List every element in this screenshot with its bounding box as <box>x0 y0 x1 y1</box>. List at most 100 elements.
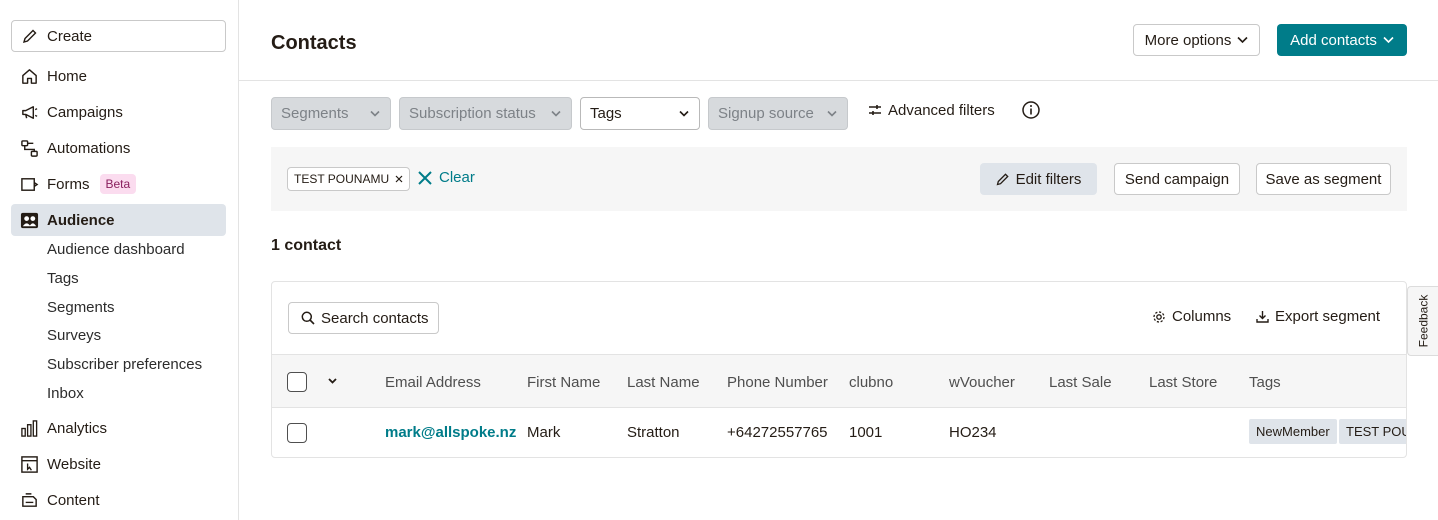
header-divider <box>239 80 1438 81</box>
close-icon[interactable] <box>395 175 403 183</box>
column-header-first-name[interactable]: First Name <box>527 374 600 391</box>
cell-last-name: Stratton <box>627 424 680 441</box>
contacts-table-card: Search contacts Columns Export segment E… <box>271 281 1407 458</box>
chevron-down-icon <box>551 110 561 117</box>
automation-icon <box>19 138 39 158</box>
pencil-icon <box>996 172 1010 186</box>
signup-source-label: Signup source <box>718 105 814 122</box>
send-campaign-label: Send campaign <box>1124 170 1230 188</box>
more-options-button[interactable]: More options <box>1133 24 1260 56</box>
more-options-label: More options <box>1144 31 1232 49</box>
chevron-down-icon <box>370 110 380 117</box>
contact-email-link[interactable]: mark@allspoke.nz <box>385 424 516 441</box>
send-campaign-button[interactable]: Send campaign <box>1114 163 1240 195</box>
sidebar-item-automations[interactable]: Automations <box>11 132 226 164</box>
filter-chip: TEST POUNAMU <box>287 167 411 191</box>
add-contacts-button[interactable]: Add contacts <box>1277 24 1407 56</box>
signup-source-dropdown[interactable]: Signup source <box>708 97 848 130</box>
row-checkbox[interactable] <box>287 423 307 443</box>
search-contacts-label: Search contacts <box>321 309 429 327</box>
save-as-segment-button[interactable]: Save as segment <box>1256 163 1391 195</box>
sidebar-item-label: Content <box>47 491 100 509</box>
info-icon[interactable] <box>1021 100 1041 120</box>
contact-count: 1 contact <box>271 237 342 254</box>
audience-icon <box>19 210 39 230</box>
sidebar-subitem-inbox[interactable]: Inbox <box>47 385 84 402</box>
sidebar-item-label: Home <box>47 67 88 85</box>
sidebar-item-forms[interactable]: Forms Beta <box>11 168 226 200</box>
cell-first-name: Mark <box>527 424 561 441</box>
cell-clubno: 1001 <box>849 424 883 441</box>
table-row: mark@allspoke.nz Mark Stratton +64272557… <box>272 408 1406 457</box>
sidebar-subitem-audience-dashboard[interactable]: Audience dashboard <box>47 241 185 258</box>
sidebar-subitem-subscriber-preferences[interactable]: Subscriber preferences <box>47 356 202 373</box>
column-header-clubno[interactable]: clubno <box>849 374 893 391</box>
column-header-last-sale[interactable]: Last Sale <box>1049 374 1112 391</box>
advanced-filters-label: Advanced filters <box>888 101 995 119</box>
sidebar-item-campaigns[interactable]: Campaigns <box>11 96 226 128</box>
feedback-tab[interactable]: Feedback <box>1407 286 1438 356</box>
create-button[interactable]: Create <box>11 20 226 52</box>
column-header-wvoucher[interactable]: wVoucher <box>949 374 1015 391</box>
sidebar-item-analytics[interactable]: Analytics <box>11 412 226 444</box>
table-header-row: Email Address First Name Last Name Phone… <box>272 354 1406 408</box>
clear-filters-link[interactable]: Clear <box>417 169 475 186</box>
column-header-phone[interactable]: Phone Number <box>727 374 828 391</box>
sidebar-subitem-surveys[interactable]: Surveys <box>47 327 101 344</box>
website-icon <box>19 454 39 474</box>
close-icon <box>417 170 433 186</box>
search-contacts-button[interactable]: Search contacts <box>288 302 439 334</box>
column-header-email[interactable]: Email Address <box>385 374 481 391</box>
column-header-tags[interactable]: Tags <box>1249 374 1281 391</box>
advanced-filters-button[interactable]: Advanced filters <box>868 100 995 120</box>
create-label: Create <box>47 27 93 45</box>
sidebar-item-home[interactable]: Home <box>11 60 226 92</box>
column-header-last-store[interactable]: Last Store <box>1149 374 1217 391</box>
sidebar-item-label: Analytics <box>47 419 108 437</box>
home-icon <box>19 66 39 86</box>
column-header-last-name[interactable]: Last Name <box>627 374 700 391</box>
sidebar: Create Home Campaigns Automations Forms … <box>0 0 239 520</box>
edit-filters-label: Edit filters <box>1015 170 1082 188</box>
chevron-down-icon[interactable] <box>328 378 337 384</box>
tag-pill: NewMember <box>1249 419 1337 444</box>
export-segment-button[interactable]: Export segment <box>1256 308 1380 325</box>
columns-button[interactable]: Columns <box>1152 308 1231 325</box>
filter-chip-label: TEST POUNAMU <box>294 172 390 186</box>
edit-filters-button[interactable]: Edit filters <box>980 163 1097 195</box>
segments-dropdown[interactable]: Segments <box>271 97 391 130</box>
subscription-status-dropdown[interactable]: Subscription status <box>399 97 572 130</box>
sidebar-item-audience[interactable]: Audience <box>11 204 226 236</box>
applied-filters-panel: TEST POUNAMU Clear Edit filters Send cam… <box>271 147 1407 211</box>
segments-dropdown-label: Segments <box>281 105 349 122</box>
sidebar-item-website[interactable]: Website <box>11 448 226 480</box>
sidebar-item-label: Website <box>47 455 101 473</box>
page-title: Contacts <box>271 32 357 54</box>
sidebar-item-label: Forms <box>47 175 90 193</box>
sidebar-subitem-segments[interactable]: Segments <box>47 299 115 316</box>
tag-pill: TEST POUNAMU <box>1339 419 1406 444</box>
chevron-down-icon <box>679 110 689 117</box>
add-contacts-label: Add contacts <box>1290 31 1377 49</box>
search-icon <box>301 311 315 325</box>
sidebar-item-content[interactable]: Content <box>11 484 226 516</box>
pencil-icon <box>22 28 38 44</box>
megaphone-icon <box>19 102 39 122</box>
subscription-status-label: Subscription status <box>409 105 536 122</box>
clear-label: Clear <box>439 169 475 186</box>
export-segment-label: Export segment <box>1275 308 1381 325</box>
gear-icon <box>1152 310 1166 324</box>
cell-wvoucher: HO234 <box>949 424 997 441</box>
select-all-checkbox[interactable] <box>287 372 307 392</box>
tags-dropdown[interactable]: Tags <box>580 97 700 130</box>
sidebar-subitem-tags[interactable]: Tags <box>47 270 79 287</box>
save-as-segment-label: Save as segment <box>1265 170 1382 188</box>
content-icon <box>19 490 39 510</box>
beta-badge: Beta <box>99 174 137 194</box>
chevron-down-icon <box>1237 36 1248 44</box>
sidebar-item-label: Audience <box>47 211 115 229</box>
bar-chart-icon <box>19 418 39 438</box>
feedback-label: Feedback <box>1416 294 1431 348</box>
form-icon <box>19 174 39 194</box>
download-icon <box>1256 310 1269 323</box>
